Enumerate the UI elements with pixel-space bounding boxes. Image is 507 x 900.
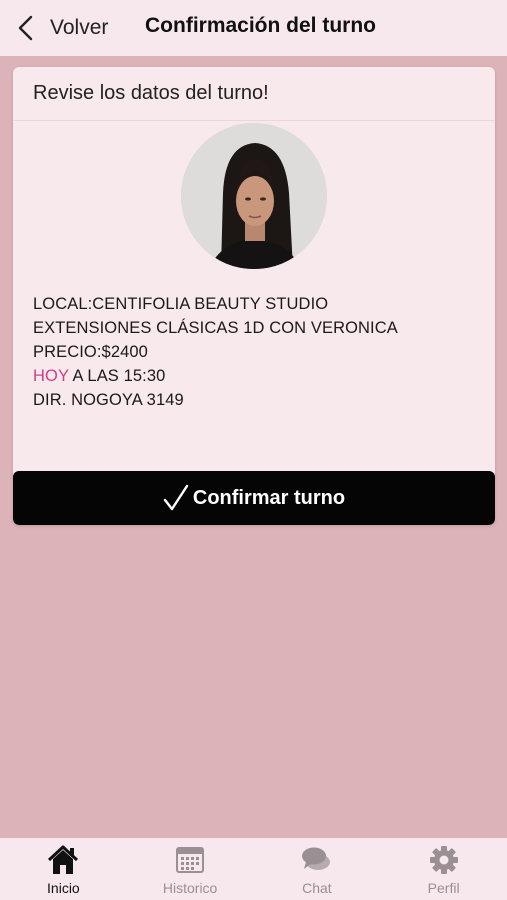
bottom-tab-bar: Inicio Historico Chat Perfil <box>0 838 507 900</box>
appointment-details: LOCAL:CENTIFOLIA BEAUTY STUDIO EXTENSION… <box>33 292 398 412</box>
calendar-icon <box>176 847 205 873</box>
tab-label: Historico <box>162 880 218 896</box>
tab-chat[interactable]: Chat <box>254 838 381 900</box>
appointment-card: Revise los datos del turno! LOCAL:CENTIF… <box>13 67 495 525</box>
home-icon <box>48 845 79 874</box>
time-line: HOY A LAS 15:30 <box>33 364 398 388</box>
checkmark-icon <box>163 484 189 511</box>
tab-perfil[interactable]: Perfil <box>380 838 507 900</box>
page-title: Confirmación del turno <box>145 14 376 37</box>
day-label: HOY <box>33 367 69 385</box>
tab-label: Perfil <box>427 880 460 896</box>
gear-icon <box>429 846 458 874</box>
tab-label: Chat <box>302 880 332 896</box>
service-line: EXTENSIONES CLÁSICAS 1D CON VERONICA <box>33 319 398 337</box>
stylist-photo <box>181 123 327 269</box>
back-label: Volver <box>50 16 109 39</box>
chat-icon <box>301 847 330 870</box>
chevron-left-icon <box>18 15 33 41</box>
confirm-button[interactable]: Confirmar turno <box>13 471 495 525</box>
stylist-avatar <box>181 123 327 269</box>
time-label: A LAS 15:30 <box>68 367 166 385</box>
address-line: DIR. NOGOYA 3149 <box>33 391 184 409</box>
back-button[interactable]: Volver <box>16 10 108 46</box>
tab-historico[interactable]: Historico <box>127 838 254 900</box>
tab-label: Inicio <box>47 880 80 896</box>
top-bar: Volver Confirmación del turno <box>0 0 507 56</box>
confirm-label: Confirmar turno <box>192 486 346 509</box>
tab-inicio[interactable]: Inicio <box>0 838 127 900</box>
local-line: LOCAL:CENTIFOLIA BEAUTY STUDIO <box>33 295 329 313</box>
price-line: PRECIO:$2400 <box>33 343 148 361</box>
card-heading: Revise los datos del turno! <box>13 67 495 121</box>
